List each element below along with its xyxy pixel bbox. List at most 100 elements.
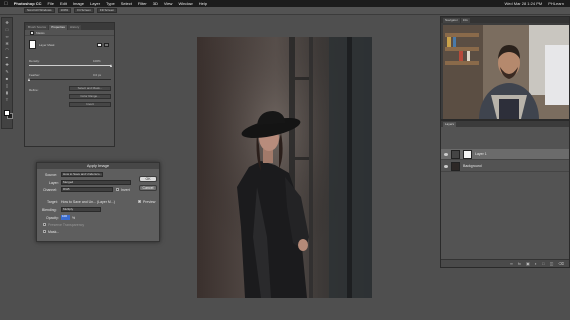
menu-photoshop[interactable]: Photoshop CC	[14, 1, 42, 6]
portrait-photo	[197, 37, 372, 298]
apple-icon[interactable]: 	[4, 1, 8, 7]
density-slider-knob[interactable]	[109, 64, 112, 67]
masks-title: Masks	[36, 30, 45, 35]
menu-select[interactable]: Select	[121, 1, 132, 6]
channel-select[interactable]: RGB	[61, 187, 113, 192]
properties-panel: Brush Source Properties History Masks La…	[24, 22, 115, 147]
menu-bar:  Photoshop CC File Edit Image Layer Typ…	[0, 0, 570, 7]
crop-tool-icon[interactable]: ⌒	[2, 48, 12, 53]
cancel-button[interactable]: Cancel	[139, 185, 157, 191]
visibility-eye-icon[interactable]	[444, 152, 448, 156]
type-tool-icon[interactable]: T	[2, 97, 12, 102]
vector-mask-icon[interactable]	[104, 43, 109, 47]
invert-button[interactable]: Invert	[69, 102, 111, 107]
preserve-transparency-label: Preserve Transparency	[48, 223, 85, 227]
invert-checkbox[interactable]	[116, 188, 119, 191]
layers-tabs: Layers	[441, 121, 569, 127]
select-and-mask-button[interactable]: Select and Mask...	[69, 86, 111, 91]
mask-mode-buttons	[97, 43, 109, 47]
source-select[interactable]: How to Save and Undersco...	[61, 172, 103, 177]
link-layers-icon[interactable]: ∞	[510, 261, 513, 266]
target-value: How to Save and Un... (Layer M...)	[61, 200, 115, 204]
preview-label: Preview	[143, 200, 156, 204]
preview-checkbox[interactable]	[138, 200, 141, 203]
tab-properties[interactable]: Properties	[49, 25, 67, 30]
density-value[interactable]: 100%	[93, 59, 101, 63]
menu-file[interactable]: File	[48, 1, 54, 6]
layer-name[interactable]: Layer 1	[475, 152, 487, 156]
layer-mask-thumbnail[interactable]	[29, 40, 36, 49]
scroll-all-windows-button[interactable]: Scroll All Windows	[24, 8, 55, 13]
layer-row-layer-1[interactable]: Layer 1	[441, 149, 569, 160]
options-bar: Scroll All Windows 100% Fit Screen Fill …	[0, 7, 570, 15]
menu-image[interactable]: Image	[73, 1, 84, 6]
color-range-button[interactable]: Color Range...	[69, 94, 111, 99]
layer-name[interactable]: Background	[463, 164, 482, 168]
mask-label: Mask...	[48, 230, 60, 234]
menu-layer[interactable]: Layer	[90, 1, 100, 6]
fit-screen-button[interactable]: Fit Screen	[74, 8, 94, 13]
clock: Wed Mar 28 1:24 PM	[504, 1, 543, 6]
visibility-eye-icon[interactable]	[444, 164, 448, 168]
source-label: Source:	[45, 173, 58, 177]
preserve-transparency-checkbox[interactable]	[43, 223, 46, 226]
user-name[interactable]: PHLearn	[548, 1, 564, 6]
document-canvas[interactable]	[197, 37, 372, 298]
trash-icon[interactable]: ⌫	[558, 261, 564, 266]
layer-select[interactable]: Merged	[61, 180, 131, 185]
layers-footer: ∞ fx ▣ ◐ □ ◫ ⌫	[441, 259, 569, 267]
healing-tool-icon[interactable]: ✚	[2, 62, 12, 67]
lasso-tool-icon[interactable]: ∞	[2, 34, 12, 39]
tab-navigator[interactable]: Navigator	[443, 18, 460, 23]
pixel-mask-icon[interactable]	[97, 43, 102, 47]
tab-layers[interactable]: Layers	[443, 122, 457, 127]
quick-select-tool-icon[interactable]: ✻	[2, 41, 12, 46]
menu-type[interactable]: Type	[106, 1, 115, 6]
eraser-tool-icon[interactable]: ▯	[2, 83, 12, 88]
density-slider-fill	[29, 65, 111, 66]
fx-icon[interactable]: fx	[518, 261, 521, 266]
mask-checkbox[interactable]	[43, 230, 46, 233]
opacity-label: Opacity:	[46, 216, 59, 220]
menu-view[interactable]: View	[164, 1, 173, 6]
marquee-tool-icon[interactable]: □	[2, 27, 12, 32]
feather-slider[interactable]	[27, 78, 111, 81]
zoom-100-button[interactable]: 100%	[57, 8, 72, 13]
move-tool-icon[interactable]: ✥	[2, 20, 12, 25]
feather-slider-knob[interactable]	[27, 78, 30, 81]
tab-info[interactable]: Info	[460, 18, 470, 23]
density-label: Density:	[29, 59, 40, 63]
brush-tool-icon[interactable]: ✎	[2, 69, 12, 74]
foreground-color-swatch[interactable]	[4, 110, 10, 116]
tab-brush-source[interactable]: Brush Source	[26, 25, 49, 30]
blending-select[interactable]: Multiply	[61, 207, 101, 212]
stamp-tool-icon[interactable]: ■	[2, 76, 12, 81]
add-mask-icon[interactable]: ▣	[526, 261, 530, 266]
navigator-tabs: Navigator Info	[441, 17, 569, 23]
refine-label: Refine:	[29, 88, 39, 92]
opacity-unit: %	[72, 216, 76, 220]
fill-screen-button[interactable]: Fill Screen	[96, 8, 118, 13]
gradient-tool-icon[interactable]: ▮	[2, 90, 12, 95]
density-slider[interactable]	[29, 64, 112, 67]
tab-history[interactable]: History	[67, 25, 82, 30]
layer-mask-thumbnail[interactable]	[463, 149, 472, 159]
menu-window[interactable]: Window	[178, 1, 192, 6]
target-label: Target:	[47, 200, 58, 204]
eyedropper-tool-icon[interactable]: ✒	[2, 55, 12, 60]
new-layer-icon[interactable]: ◫	[550, 261, 554, 266]
invert-label: Invert	[121, 188, 130, 192]
menu-3d[interactable]: 3D	[153, 1, 158, 6]
adjustment-layer-icon[interactable]: ◐	[535, 261, 537, 266]
presenter-video-image	[443, 25, 569, 119]
new-group-icon[interactable]: □	[542, 261, 544, 266]
menu-filter[interactable]: Filter	[138, 1, 147, 6]
menu-help[interactable]: Help	[199, 1, 207, 6]
opacity-input[interactable]: 100	[61, 215, 70, 220]
layer-row-background[interactable]: Background	[441, 161, 569, 172]
feather-value[interactable]: 0.0 px	[93, 73, 101, 77]
menu-edit[interactable]: Edit	[60, 1, 67, 6]
layers-panel: Layers Layer 1 Background ∞ fx ▣ ◐ □ ◫ ⌫	[440, 120, 570, 268]
ok-button[interactable]: OK	[139, 176, 157, 182]
properties-tabs: Brush Source Properties History	[25, 23, 114, 30]
